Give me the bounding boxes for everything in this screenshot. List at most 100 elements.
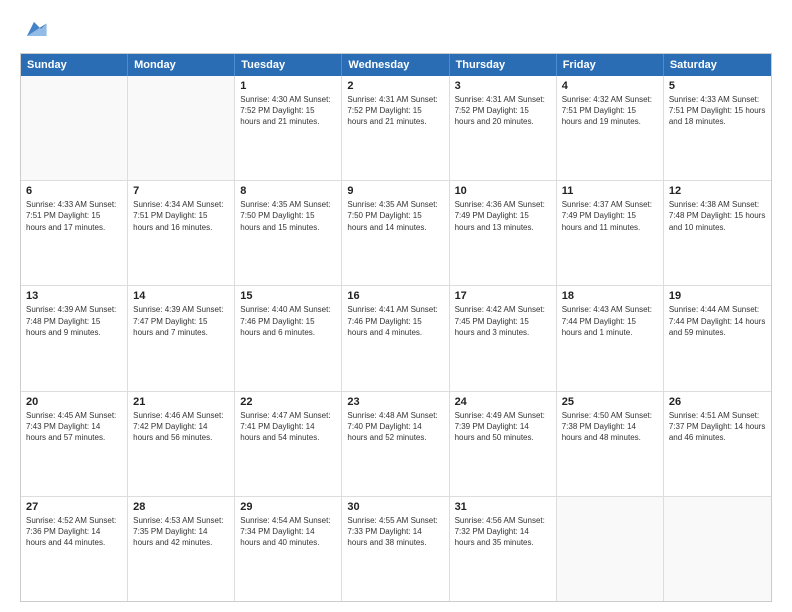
day-number: 8 [240, 185, 336, 197]
calendar-cell-day-16: 16 Sunrise: 4:41 AM Sunset: 7:46 PM Dayli… [342, 286, 449, 390]
calendar-cell-day-9: 9 Sunrise: 4:35 AM Sunset: 7:50 PM Daylig… [342, 181, 449, 285]
day-number: 4 [562, 80, 658, 92]
day-number: 24 [455, 396, 551, 408]
day-number: 1 [240, 80, 336, 92]
day-number: 9 [347, 185, 443, 197]
day-info: Sunrise: 4:37 AM Sunset: 7:49 PM Dayligh… [562, 199, 658, 233]
calendar-cell-day-24: 24 Sunrise: 4:49 AM Sunset: 7:39 PM Dayli… [450, 392, 557, 496]
day-number: 5 [669, 80, 766, 92]
calendar-cell-day-17: 17Sunrise: 4:42 AM Sunset: 7:45 PM Dayli… [450, 286, 557, 390]
day-info: Sunrise: 4:56 AM Sunset: 7:32 PM Dayligh… [455, 515, 551, 549]
calendar-row-3: 20 Sunrise: 4:45 AM Sunset: 7:43 PM Dayli… [21, 392, 771, 497]
calendar-cell-day-15: 15 Sunrise: 4:40 AM Sunset: 7:46 PM Dayli… [235, 286, 342, 390]
day-info: Sunrise: 4:31 AM Sunset: 7:52 PM Dayligh… [455, 94, 551, 128]
day-number: 31 [455, 501, 551, 513]
day-info: Sunrise: 4:30 AM Sunset: 7:52 PM Dayligh… [240, 94, 336, 128]
day-info: Sunrise: 4:48 AM Sunset: 7:40 PM Dayligh… [347, 410, 443, 444]
day-number: 14 [133, 290, 229, 302]
calendar-cell-day-12: 12 Sunrise: 4:38 AM Sunset: 7:48 PM Dayli… [664, 181, 771, 285]
day-number: 15 [240, 290, 336, 302]
day-number: 23 [347, 396, 443, 408]
day-info: Sunrise: 4:42 AM Sunset: 7:45 PM Dayligh… [455, 304, 551, 338]
day-number: 10 [455, 185, 551, 197]
day-info: Sunrise: 4:45 AM Sunset: 7:43 PM Dayligh… [26, 410, 122, 444]
calendar-cell-empty [557, 497, 664, 601]
day-info: Sunrise: 4:53 AM Sunset: 7:35 PM Dayligh… [133, 515, 229, 549]
weekday-header-sunday: Sunday [21, 54, 128, 76]
day-number: 13 [26, 290, 122, 302]
calendar-cell-day-30: 30Sunrise: 4:55 AM Sunset: 7:33 PM Dayli… [342, 497, 449, 601]
day-number: 12 [669, 185, 766, 197]
day-info: Sunrise: 4:41 AM Sunset: 7:46 PM Dayligh… [347, 304, 443, 338]
calendar-body: 1 Sunrise: 4:30 AM Sunset: 7:52 PM Daylig… [21, 76, 771, 601]
calendar-cell-day-23: 23 Sunrise: 4:48 AM Sunset: 7:40 PM Dayli… [342, 392, 449, 496]
day-info: Sunrise: 4:33 AM Sunset: 7:51 PM Dayligh… [669, 94, 766, 128]
calendar: SundayMondayTuesdayWednesdayThursdayFrid… [20, 53, 772, 602]
calendar-cell-day-8: 8 Sunrise: 4:35 AM Sunset: 7:50 PM Daylig… [235, 181, 342, 285]
weekday-header-saturday: Saturday [664, 54, 771, 76]
calendar-cell-day-26: 26 Sunrise: 4:51 AM Sunset: 7:37 PM Dayli… [664, 392, 771, 496]
weekday-header-wednesday: Wednesday [342, 54, 449, 76]
day-info: Sunrise: 4:44 AM Sunset: 7:44 PM Dayligh… [669, 304, 766, 338]
calendar-row-0: 1 Sunrise: 4:30 AM Sunset: 7:52 PM Daylig… [21, 76, 771, 181]
day-info: Sunrise: 4:50 AM Sunset: 7:38 PM Dayligh… [562, 410, 658, 444]
day-number: 25 [562, 396, 658, 408]
day-number: 3 [455, 80, 551, 92]
calendar-row-1: 6Sunrise: 4:33 AM Sunset: 7:51 PM Daylig… [21, 181, 771, 286]
day-info: Sunrise: 4:31 AM Sunset: 7:52 PM Dayligh… [347, 94, 443, 128]
day-number: 21 [133, 396, 229, 408]
calendar-cell-day-10: 10 Sunrise: 4:36 AM Sunset: 7:49 PM Dayli… [450, 181, 557, 285]
calendar-cell-day-7: 7 Sunrise: 4:34 AM Sunset: 7:51 PM Daylig… [128, 181, 235, 285]
calendar-cell-day-14: 14 Sunrise: 4:39 AM Sunset: 7:47 PM Dayli… [128, 286, 235, 390]
calendar-cell-day-28: 28 Sunrise: 4:53 AM Sunset: 7:35 PM Dayli… [128, 497, 235, 601]
calendar-cell-day-2: 2 Sunrise: 4:31 AM Sunset: 7:52 PM Daylig… [342, 76, 449, 180]
logo-icon [20, 15, 48, 43]
header [20, 15, 772, 43]
calendar-row-4: 27Sunrise: 4:52 AM Sunset: 7:36 PM Dayli… [21, 497, 771, 601]
day-info: Sunrise: 4:40 AM Sunset: 7:46 PM Dayligh… [240, 304, 336, 338]
day-number: 28 [133, 501, 229, 513]
calendar-cell-day-11: 11 Sunrise: 4:37 AM Sunset: 7:49 PM Dayli… [557, 181, 664, 285]
calendar-cell-day-22: 22Sunrise: 4:47 AM Sunset: 7:41 PM Dayli… [235, 392, 342, 496]
calendar-cell-day-29: 29Sunrise: 4:54 AM Sunset: 7:34 PM Dayli… [235, 497, 342, 601]
day-number: 18 [562, 290, 658, 302]
day-number: 16 [347, 290, 443, 302]
day-info: Sunrise: 4:43 AM Sunset: 7:44 PM Dayligh… [562, 304, 658, 338]
weekday-header-tuesday: Tuesday [235, 54, 342, 76]
day-info: Sunrise: 4:35 AM Sunset: 7:50 PM Dayligh… [240, 199, 336, 233]
day-number: 19 [669, 290, 766, 302]
day-number: 7 [133, 185, 229, 197]
day-number: 26 [669, 396, 766, 408]
calendar-cell-empty [664, 497, 771, 601]
weekday-header-thursday: Thursday [450, 54, 557, 76]
calendar-cell-day-4: 4Sunrise: 4:32 AM Sunset: 7:51 PM Daylig… [557, 76, 664, 180]
calendar-cell-day-19: 19 Sunrise: 4:44 AM Sunset: 7:44 PM Dayli… [664, 286, 771, 390]
day-info: Sunrise: 4:39 AM Sunset: 7:48 PM Dayligh… [26, 304, 122, 338]
day-number: 22 [240, 396, 336, 408]
calendar-cell-empty [21, 76, 128, 180]
calendar-cell-day-5: 5 Sunrise: 4:33 AM Sunset: 7:51 PM Daylig… [664, 76, 771, 180]
calendar-cell-day-6: 6Sunrise: 4:33 AM Sunset: 7:51 PM Daylig… [21, 181, 128, 285]
calendar-header: SundayMondayTuesdayWednesdayThursdayFrid… [21, 54, 771, 76]
day-info: Sunrise: 4:38 AM Sunset: 7:48 PM Dayligh… [669, 199, 766, 233]
day-number: 2 [347, 80, 443, 92]
day-number: 11 [562, 185, 658, 197]
day-number: 6 [26, 185, 122, 197]
calendar-cell-day-3: 3 Sunrise: 4:31 AM Sunset: 7:52 PM Daylig… [450, 76, 557, 180]
day-info: Sunrise: 4:36 AM Sunset: 7:49 PM Dayligh… [455, 199, 551, 233]
calendar-row-2: 13 Sunrise: 4:39 AM Sunset: 7:48 PM Dayli… [21, 286, 771, 391]
calendar-cell-day-31: 31 Sunrise: 4:56 AM Sunset: 7:32 PM Dayli… [450, 497, 557, 601]
day-number: 27 [26, 501, 122, 513]
day-number: 20 [26, 396, 122, 408]
day-info: Sunrise: 4:49 AM Sunset: 7:39 PM Dayligh… [455, 410, 551, 444]
calendar-cell-day-21: 21Sunrise: 4:46 AM Sunset: 7:42 PM Dayli… [128, 392, 235, 496]
weekday-header-monday: Monday [128, 54, 235, 76]
day-info: Sunrise: 4:55 AM Sunset: 7:33 PM Dayligh… [347, 515, 443, 549]
day-info: Sunrise: 4:34 AM Sunset: 7:51 PM Dayligh… [133, 199, 229, 233]
day-info: Sunrise: 4:39 AM Sunset: 7:47 PM Dayligh… [133, 304, 229, 338]
page: SundayMondayTuesdayWednesdayThursdayFrid… [0, 0, 792, 612]
calendar-cell-day-27: 27Sunrise: 4:52 AM Sunset: 7:36 PM Dayli… [21, 497, 128, 601]
calendar-cell-day-1: 1 Sunrise: 4:30 AM Sunset: 7:52 PM Daylig… [235, 76, 342, 180]
day-info: Sunrise: 4:35 AM Sunset: 7:50 PM Dayligh… [347, 199, 443, 233]
day-info: Sunrise: 4:51 AM Sunset: 7:37 PM Dayligh… [669, 410, 766, 444]
